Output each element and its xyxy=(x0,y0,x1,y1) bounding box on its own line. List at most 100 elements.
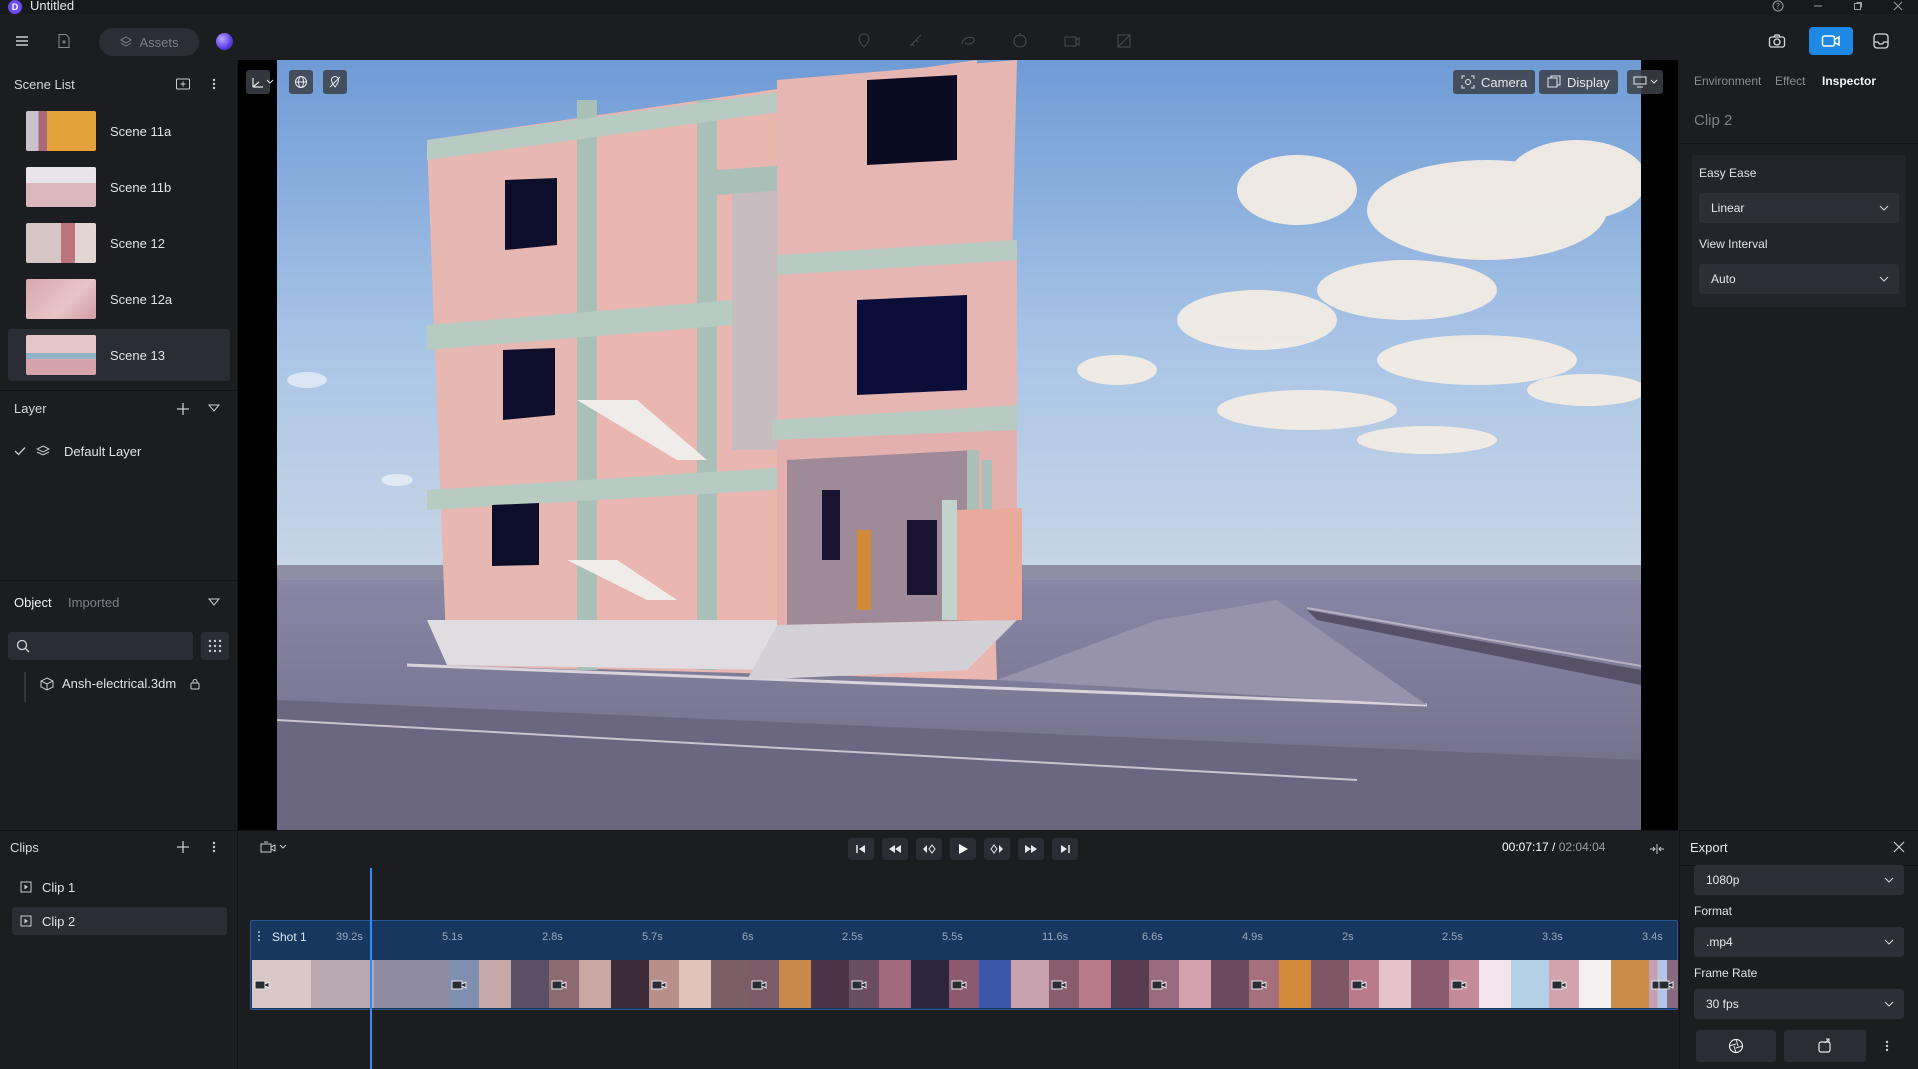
export-title: Export xyxy=(1690,840,1728,855)
pin-off-button[interactable] xyxy=(323,70,347,94)
restore-icon[interactable] xyxy=(1848,0,1868,13)
assets-button[interactable]: Assets xyxy=(99,28,199,56)
object-filter-icon[interactable] xyxy=(206,594,222,612)
object-item[interactable]: Ansh-electrical.3dm xyxy=(40,676,200,691)
play-button[interactable] xyxy=(950,838,976,860)
add-scene-icon[interactable] xyxy=(174,76,192,92)
next-keyframe-button[interactable] xyxy=(984,838,1010,860)
scene-item[interactable]: Scene 11a xyxy=(8,105,230,157)
segment-duration-label: 11.6s xyxy=(1042,931,1069,943)
camera-button[interactable]: Camera xyxy=(1453,70,1536,94)
segment-duration-label: 2.5s xyxy=(842,931,863,943)
easy-ease-value: Linear xyxy=(1711,201,1745,215)
chevron-down-icon xyxy=(279,844,287,850)
frame-rate-select[interactable]: 30 fps xyxy=(1694,989,1904,1019)
render-settings-button[interactable] xyxy=(1696,1030,1776,1062)
keyframe-camera-icon[interactable] xyxy=(951,977,969,993)
scene-thumbnail xyxy=(26,335,96,375)
video-mode-button[interactable] xyxy=(1809,27,1853,55)
ai-orb-icon[interactable] xyxy=(216,33,233,50)
layer-filter-icon[interactable] xyxy=(206,400,222,418)
lasso-tool-icon[interactable] xyxy=(957,30,979,52)
keyframe-camera-icon[interactable] xyxy=(254,977,272,993)
shot-frame[interactable] xyxy=(252,960,449,1008)
keyframe-camera-icon[interactable] xyxy=(451,977,469,993)
keyframe-camera-icon[interactable] xyxy=(1151,977,1169,993)
display-button[interactable]: Display xyxy=(1539,70,1618,94)
skip-to-start-button[interactable] xyxy=(848,838,874,860)
add-clip-icon[interactable] xyxy=(174,838,192,856)
menu-icon[interactable] xyxy=(10,29,34,53)
tab-environment[interactable]: Environment xyxy=(1694,74,1761,88)
clip-item[interactable]: Clip 1 xyxy=(12,873,227,901)
drag-handle-icon[interactable] xyxy=(256,929,262,943)
keyframe-camera-icon[interactable] xyxy=(1451,977,1469,993)
camera-tool-icon[interactable] xyxy=(1061,30,1083,52)
scene-render[interactable] xyxy=(277,60,1641,830)
keyframe-camera-icon[interactable] xyxy=(851,977,869,993)
tab-inspector[interactable]: Inspector xyxy=(1822,74,1876,88)
keyframe-camera-icon[interactable] xyxy=(1251,977,1269,993)
format-select[interactable]: .mp4 xyxy=(1694,927,1904,957)
scene-list-more-icon[interactable] xyxy=(207,76,221,92)
export-video-button[interactable] xyxy=(1784,1030,1866,1062)
keyframe-camera-icon[interactable] xyxy=(1051,977,1069,993)
keyframe-camera-icon[interactable] xyxy=(751,977,769,993)
add-layer-icon[interactable] xyxy=(174,400,192,418)
grid-view-button[interactable] xyxy=(201,632,229,660)
render-output-icon[interactable] xyxy=(1869,29,1893,53)
help-icon[interactable]: ? xyxy=(1768,0,1788,13)
keyframe-camera-icon[interactable] xyxy=(551,977,569,993)
view-options-button[interactable] xyxy=(1627,70,1663,94)
view-interval-select[interactable]: Auto xyxy=(1699,264,1899,294)
playhead[interactable] xyxy=(370,868,372,1069)
chevron-down-icon xyxy=(1884,1001,1894,1007)
segment-duration-label: 39.2s xyxy=(336,931,363,943)
layer-item[interactable]: Default Layer xyxy=(14,440,224,462)
globe-button[interactable] xyxy=(289,70,313,94)
keyframe-camera-icon[interactable] xyxy=(1658,977,1676,993)
svg-text:?: ? xyxy=(1776,2,1780,11)
object-search-input[interactable] xyxy=(36,638,186,654)
rotate-tool-icon[interactable] xyxy=(1009,30,1031,52)
rewind-icon xyxy=(888,844,902,854)
minimize-icon[interactable] xyxy=(1808,0,1828,13)
keyframe-camera-icon[interactable] xyxy=(1551,977,1569,993)
new-file-icon[interactable] xyxy=(52,29,76,53)
tab-object[interactable]: Object xyxy=(14,595,52,610)
screenshot-camera-icon[interactable] xyxy=(1765,29,1789,53)
pin-tool-icon[interactable] xyxy=(853,30,875,52)
export-more-icon[interactable] xyxy=(1880,1038,1894,1054)
rewind-button[interactable] xyxy=(882,838,908,860)
prev-keyframe-button[interactable] xyxy=(916,838,942,860)
resolution-select[interactable]: 1080p xyxy=(1694,865,1904,895)
object-search-box[interactable] xyxy=(8,632,193,660)
scene-item[interactable]: Scene 13 xyxy=(8,329,230,381)
chevron-down-icon[interactable] xyxy=(265,75,275,89)
tab-effect[interactable]: Effect xyxy=(1775,74,1805,88)
filmstrip[interactable] xyxy=(252,960,1678,1008)
section-tool-icon[interactable] xyxy=(1113,30,1135,52)
measure-tool-icon[interactable] xyxy=(905,30,927,52)
tab-imported[interactable]: Imported xyxy=(68,595,119,610)
scene-item[interactable]: Scene 12a xyxy=(8,273,230,325)
skip-to-end-button[interactable] xyxy=(1052,838,1078,860)
close-export-icon[interactable] xyxy=(1891,839,1907,855)
fit-timeline-icon[interactable] xyxy=(1647,838,1667,860)
layer-name: Default Layer xyxy=(64,443,142,459)
add-camera-shot-button[interactable] xyxy=(260,840,287,854)
clip-item[interactable]: Clip 2 xyxy=(12,907,227,935)
easy-ease-select[interactable]: Linear xyxy=(1699,193,1899,223)
grid-icon xyxy=(201,632,229,660)
scene-thumbnail xyxy=(26,111,96,151)
lock-icon[interactable] xyxy=(190,678,200,690)
scene-item[interactable]: Scene 12 xyxy=(8,217,230,269)
keyframe-camera-icon[interactable] xyxy=(1351,977,1369,993)
clips-more-icon[interactable] xyxy=(207,838,221,856)
clip-name: Clip 2 xyxy=(42,913,76,929)
check-icon[interactable] xyxy=(14,446,26,456)
scene-item[interactable]: Scene 11b xyxy=(8,161,230,213)
close-window-icon[interactable] xyxy=(1888,0,1908,13)
keyframe-camera-icon[interactable] xyxy=(651,977,669,993)
fast-forward-button[interactable] xyxy=(1018,838,1044,860)
